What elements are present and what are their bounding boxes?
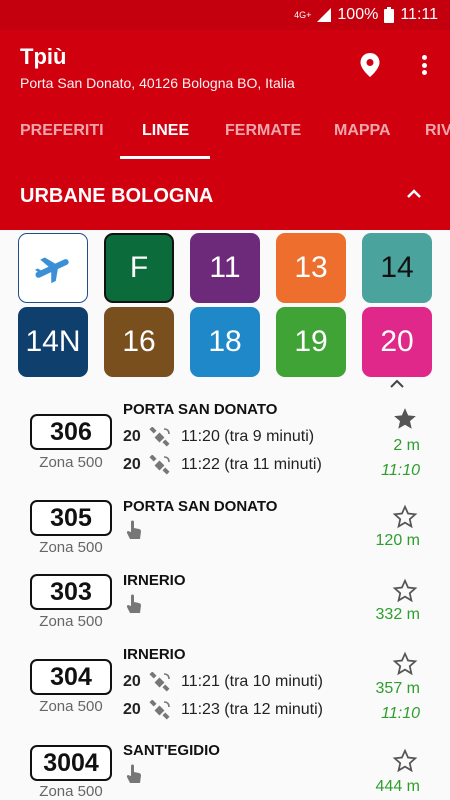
signal-icon (317, 8, 332, 22)
star-outline-icon[interactable] (392, 748, 418, 774)
departure-time: 11:23 (tra 12 minuti) (181, 701, 323, 718)
location-pin-icon[interactable] (358, 52, 382, 78)
stop-row[interactable]: 306 Zona 500 PORTA SAN DONATO 20 11:20 (… (0, 392, 450, 488)
stop-code-badge: 305 (30, 500, 112, 536)
chevron-up-icon[interactable] (388, 377, 406, 389)
departure-entry: 20 11:23 (tra 12 minuti) (123, 700, 323, 720)
departure-line: 20 (123, 701, 141, 718)
stop-code-badge: 303 (30, 574, 112, 610)
stop-row[interactable]: 303 Zona 500 IRNERIO 332 m (0, 563, 450, 637)
battery-percent: 100% (337, 6, 379, 23)
stop-row[interactable]: 3004 Zona 500 SANT'EGIDIO 444 m (0, 733, 450, 800)
tab-linee[interactable]: LINEE (142, 118, 189, 144)
stop-zone: Zona 500 (39, 539, 103, 556)
satellite-icon (149, 427, 170, 447)
battery-icon (384, 7, 395, 23)
stop-zone: Zona 500 (39, 698, 103, 715)
network-indicator: 4G+ (294, 9, 312, 20)
section-title: URBANE BOLOGNA (20, 185, 214, 207)
stop-zone: Zona 500 (39, 613, 103, 630)
current-address: Porta San Donato, 40126 Bologna BO, Ital… (20, 75, 295, 91)
app-bar: Tpiù Porta San Donato, 40126 Bologna BO,… (0, 30, 450, 230)
stop-code-badge: 306 (30, 414, 112, 450)
departure-line: 20 (123, 456, 141, 473)
star-filled-icon[interactable] (392, 406, 418, 432)
hand-tap-icon (126, 764, 141, 783)
departure-line: 20 (123, 428, 141, 445)
stop-distance: 357 m (375, 680, 420, 697)
line-tile-14n[interactable]: 14N (18, 307, 88, 377)
status-bar: 4G+ 100% 11:11 (0, 0, 450, 30)
departure-time: 11:21 (tra 10 minuti) (181, 673, 323, 690)
update-time: 11:10 (381, 462, 420, 479)
line-tile-18[interactable]: 18 (190, 307, 260, 377)
line-tile-16[interactable]: 16 (104, 307, 174, 377)
line-tile-13[interactable]: 13 (276, 233, 346, 303)
stop-zone: Zona 500 (39, 783, 103, 800)
more-options-icon[interactable] (414, 52, 434, 78)
stop-destination: PORTA SAN DONATO (123, 401, 278, 418)
tab-mappa[interactable]: MAPPA (334, 118, 391, 144)
stop-distance: 444 m (375, 778, 420, 795)
departure-time: 11:20 (tra 9 minuti) (181, 428, 315, 445)
tab-fermate[interactable]: FERMATE (225, 118, 301, 144)
stop-code-badge: 3004 (30, 745, 112, 781)
star-outline-icon[interactable] (392, 504, 418, 530)
hand-tap-icon (126, 594, 141, 613)
departure-entry: 20 11:21 (tra 10 minuti) (123, 672, 323, 692)
stop-zone: Zona 500 (39, 454, 103, 471)
departure-line: 20 (123, 673, 141, 690)
line-tile-11[interactable]: 11 (190, 233, 260, 303)
stop-row[interactable]: 305 Zona 500 PORTA SAN DONATO 120 m (0, 489, 450, 563)
stop-distance: 120 m (375, 532, 420, 549)
stop-destination: IRNERIO (123, 646, 186, 663)
line-tile-airport[interactable] (18, 233, 88, 303)
stop-row[interactable]: 304 Zona 500 IRNERIO 20 11:21 (tra 10 mi… (0, 637, 450, 733)
line-tile-14[interactable]: 14 (362, 233, 432, 303)
hand-tap-icon (126, 520, 141, 539)
line-tile-f[interactable]: F (104, 233, 174, 303)
departure-time: 11:22 (tra 11 minuti) (181, 456, 322, 473)
satellite-icon (149, 455, 170, 475)
line-tile-20[interactable]: 20 (362, 307, 432, 377)
stop-destination: IRNERIO (123, 572, 186, 589)
departure-entry: 20 11:20 (tra 9 minuti) (123, 427, 314, 447)
tab-riv[interactable]: RIV (425, 118, 450, 144)
departure-entry: 20 11:22 (tra 11 minuti) (123, 455, 322, 475)
star-outline-icon[interactable] (392, 651, 418, 677)
update-time: 11:10 (381, 705, 420, 722)
airplane-icon (35, 257, 69, 284)
stop-destination: SANT'EGIDIO (123, 742, 220, 759)
stop-code-badge: 304 (30, 659, 112, 695)
star-outline-icon[interactable] (392, 578, 418, 604)
satellite-icon (149, 700, 170, 720)
active-tab-indicator (120, 156, 210, 159)
chevron-up-icon[interactable] (402, 182, 426, 206)
satellite-icon (149, 672, 170, 692)
stop-distance: 2 m (393, 437, 420, 454)
app-title: Tpiù (20, 44, 67, 69)
stop-destination: PORTA SAN DONATO (123, 498, 278, 515)
stop-distance: 332 m (375, 606, 420, 623)
tab-preferiti[interactable]: PREFERITI (20, 118, 104, 144)
line-tile-19[interactable]: 19 (276, 307, 346, 377)
clock: 11:11 (400, 6, 438, 23)
